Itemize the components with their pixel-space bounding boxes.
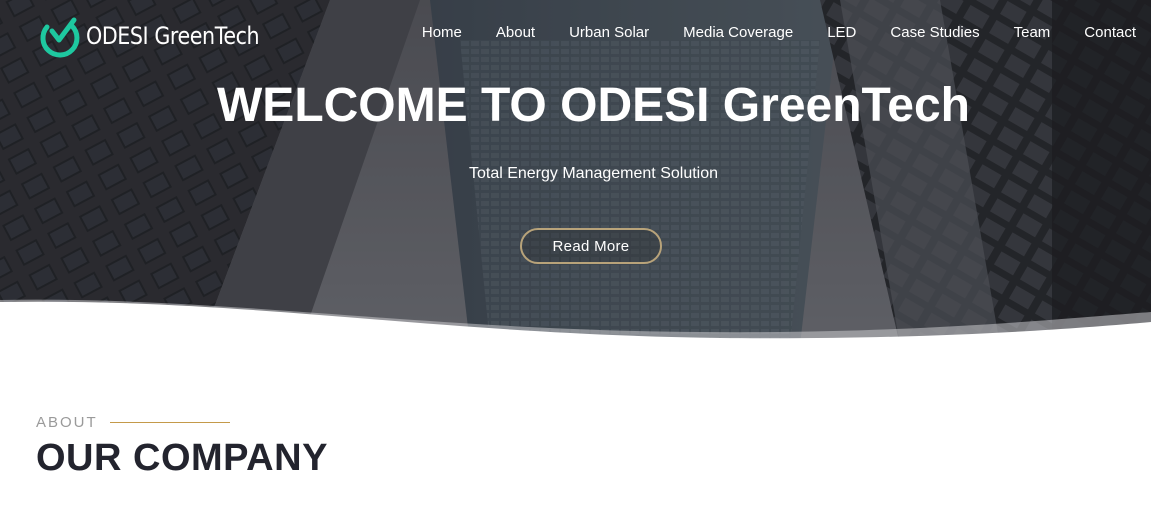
brand-logo[interactable]: ODESI GreenTech (38, 14, 287, 58)
hero-subtitle: Total Energy Management Solution (468, 165, 719, 182)
nav-item-home[interactable]: Home (422, 24, 462, 41)
main-nav: Home About Urban Solar Media Coverage LE… (422, 24, 1136, 41)
check-circle-logo-icon (40, 17, 80, 58)
nav-item-contact[interactable]: Contact (1084, 24, 1136, 41)
hero-title: WELCOME TO ODESI GreenTech (217, 79, 970, 132)
kicker-divider (109, 422, 230, 423)
nav-item-about[interactable]: About (496, 24, 535, 41)
nav-item-case-studies[interactable]: Case Studies (890, 24, 979, 41)
read-more-button[interactable]: Read More (520, 228, 662, 264)
about-kicker-label: ABOUT (36, 414, 98, 431)
hero-section: ODESI GreenTech Home About Urban Solar M… (0, 0, 1151, 345)
nav-item-media-coverage[interactable]: Media Coverage (683, 24, 793, 41)
nav-item-urban-solar[interactable]: Urban Solar (569, 24, 649, 41)
nav-item-team[interactable]: Team (1014, 24, 1051, 41)
about-title: OUR COMPANY (36, 437, 328, 479)
about-kicker: ABOUT (36, 414, 230, 431)
nav-item-led[interactable]: LED (827, 24, 856, 41)
brand-name: ODESI GreenTech (86, 22, 260, 50)
